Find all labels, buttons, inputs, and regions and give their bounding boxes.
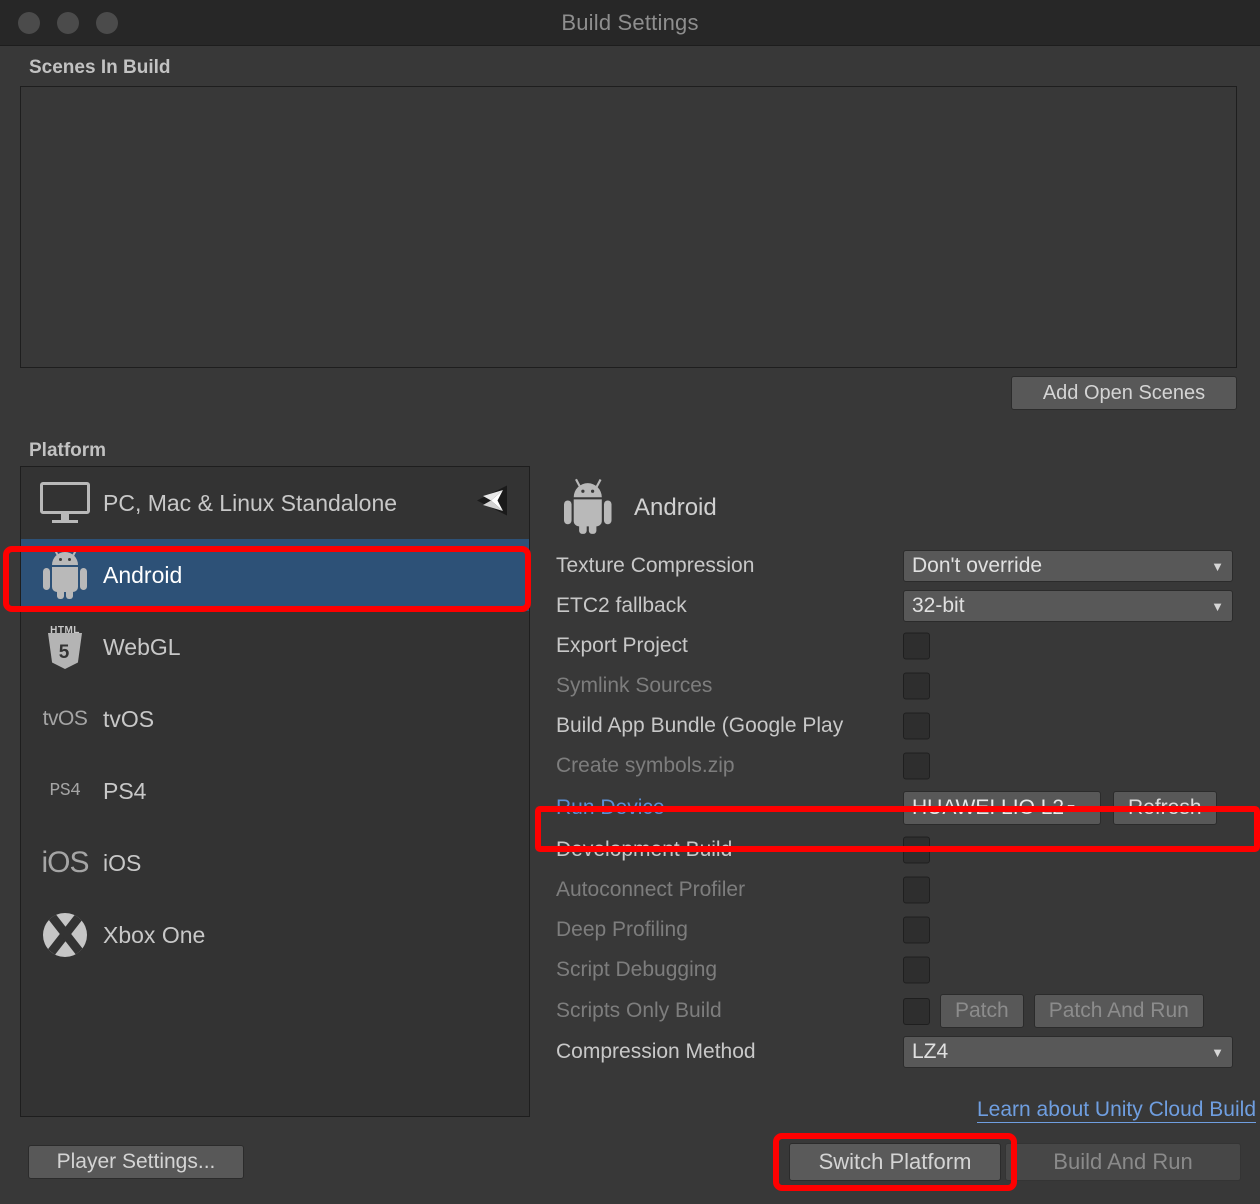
html5-icon: HTML 5 [35,621,95,673]
compression-method-dropdown[interactable]: LZ4 ▼ [903,1036,1233,1068]
build-and-run-button: Build And Run [1005,1143,1241,1181]
setting-row-development-build: Development Build [556,830,1246,870]
development-build-checkbox[interactable] [903,836,930,864]
ps4-icon: PS4 [35,765,95,817]
android-icon [35,548,95,601]
patch-button: Patch [940,994,1024,1028]
chevron-down-icon: ▼ [1065,801,1077,815]
monitor-icon [35,477,95,529]
html5-five-text: 5 [58,642,70,663]
setting-label: Texture Compression [556,554,755,577]
refresh-button[interactable]: Refresh [1113,791,1217,825]
setting-row-deep-profiling: Deep Profiling [556,910,1246,950]
chevron-down-icon: ▼ [1211,558,1224,574]
texture-compression-dropdown[interactable]: Don't override ▼ [903,550,1233,582]
run-device-dropdown[interactable]: HUAWEI LIO L2 ▼ [903,791,1101,825]
setting-label: Autoconnect Profiler [556,878,746,901]
setting-label: Script Debugging [556,958,718,981]
platform-item-ios[interactable]: iOS iOS [21,827,529,899]
setting-label: Symlink Sources [556,674,713,697]
platform-item-label: Xbox One [103,921,206,948]
platform-item-standalone[interactable]: PC, Mac & Linux Standalone [21,467,529,539]
setting-label: ETC2 fallback [556,594,687,617]
setting-row-run-device: Run Device HUAWEI LIO L2 ▼ Refresh [556,786,1246,830]
setting-row-texture-compression: Texture Compression Don't override ▼ [556,546,1246,586]
dropdown-value: 32-bit [912,594,965,617]
setting-row-autoconnect-profiler: Autoconnect Profiler [556,870,1246,910]
setting-row-scripts-only-build: Scripts Only Build Patch Patch And Run [556,990,1246,1032]
scenes-in-build-list[interactable] [20,86,1237,368]
setting-row-script-debugging: Script Debugging [556,950,1246,990]
platform-item-webgl[interactable]: HTML 5 WebGL [21,611,529,683]
script-debugging-checkbox [903,956,930,984]
window-title: Build Settings [561,9,699,35]
etc2-fallback-dropdown[interactable]: 32-bit ▼ [903,590,1233,622]
title-bar: Build Settings [0,0,1260,46]
ps4-icon-text: PS4 [49,781,81,801]
setting-row-compression-method: Compression Method LZ4 ▼ [556,1032,1246,1072]
platform-item-ps4[interactable]: PS4 PS4 [21,755,529,827]
player-settings-button[interactable]: Player Settings... [28,1145,244,1179]
platform-settings-panel: Android Texture Compression Don't overri… [556,470,1246,1072]
chevron-down-icon: ▼ [1211,598,1224,614]
setting-label: Export Project [556,634,688,657]
switch-platform-button[interactable]: Switch Platform [789,1143,1001,1181]
patch-and-run-button: Patch And Run [1033,994,1204,1028]
symlink-sources-checkbox [903,672,930,700]
run-device-label: Run Device [556,796,665,819]
platform-item-tvos[interactable]: tvOS tvOS [21,683,529,755]
setting-row-build-app-bundle: Build App Bundle (Google Play [556,706,1246,746]
add-open-scenes-button[interactable]: Add Open Scenes [1011,376,1237,410]
platform-item-label: tvOS [103,705,155,732]
build-settings-window: Build Settings Scenes In Build Add Open … [0,0,1260,1204]
autoconnect-profiler-checkbox [903,876,930,904]
setting-row-symlink-sources: Symlink Sources [556,666,1246,706]
setting-label: Development Build [556,838,733,861]
platform-header: Platform [29,440,107,461]
setting-label: Build App Bundle (Google Play [556,714,844,737]
platform-item-label: PS4 [103,777,147,804]
platform-list: PC, Mac & Linux Standalone Android HTML … [20,466,530,1117]
dropdown-value: Don't override [912,554,1043,577]
android-icon [556,478,616,534]
platform-item-label: iOS [103,849,142,876]
setting-row-export-project: Export Project [556,626,1246,666]
unity-cloud-build-link[interactable]: Learn about Unity Cloud Build [976,1098,1256,1124]
settings-platform-title: Android [634,494,717,521]
platform-item-label: Android [103,561,183,588]
scenes-in-build-header: Scenes In Build [29,57,171,78]
ios-icon: iOS [35,837,95,889]
platform-item-label: WebGL [103,633,181,660]
platform-item-xbox-one[interactable]: Xbox One [21,899,529,971]
setting-row-create-symbols-zip: Create symbols.zip [556,746,1246,786]
setting-label: Scripts Only Build [556,999,722,1022]
settings-platform-header: Android [556,470,1246,546]
tvos-icon: tvOS [35,693,95,745]
deep-profiling-checkbox [903,916,930,944]
build-app-bundle-checkbox[interactable] [903,712,930,740]
platform-item-android[interactable]: Android [21,539,529,611]
unity-logo-icon [473,484,509,523]
dropdown-value: LZ4 [912,1040,949,1063]
create-symbols-zip-checkbox [903,752,930,780]
setting-label: Create symbols.zip [556,754,735,777]
xbox-icon [35,909,95,961]
platform-item-label: PC, Mac & Linux Standalone [103,489,398,516]
setting-label: Deep Profiling [556,918,688,941]
scripts-only-build-checkbox [903,997,930,1025]
setting-label: Compression Method [556,1040,756,1063]
run-device-value: HUAWEI LIO L2 [912,796,1065,819]
chevron-down-icon: ▼ [1211,1044,1224,1060]
export-project-checkbox[interactable] [903,632,930,660]
setting-row-etc2-fallback: ETC2 fallback 32-bit ▼ [556,586,1246,626]
ios-icon-text: iOS [41,846,89,879]
tvos-icon-text: tvOS [42,707,88,730]
